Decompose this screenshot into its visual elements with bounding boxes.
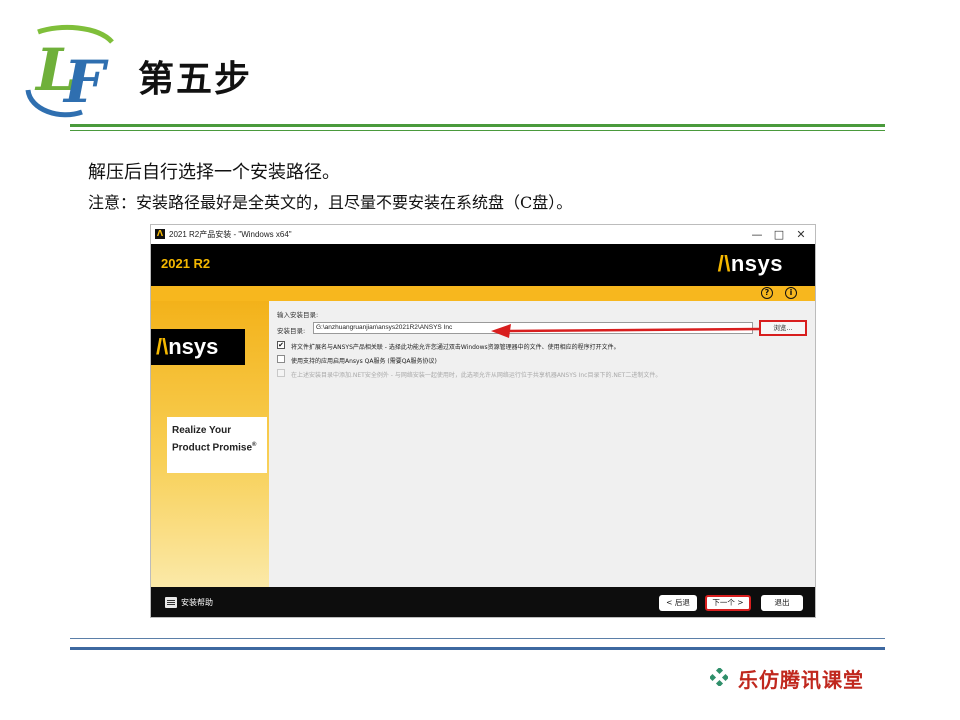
ansys-app-icon: Λ: [155, 229, 165, 239]
installer-sidebar: /\nsys Realize Your Product Promise®: [151, 301, 269, 587]
qa-service-checkbox[interactable]: [277, 355, 285, 363]
header-divider-thin: [70, 130, 885, 131]
help-icon[interactable]: ?: [761, 287, 773, 299]
install-form: 输入安装目录: 安装目录: G:\anzhuangruanjian\ansys2…: [269, 301, 815, 587]
browse-button[interactable]: 浏览...: [759, 320, 807, 336]
info-icon[interactable]: i: [785, 287, 797, 299]
brand-footer: 乐仿腾讯课堂: [710, 664, 864, 693]
window-title: 2021 R2产品安装 - "Windows x64": [169, 230, 292, 239]
dir-label: 安装目录:: [277, 327, 306, 335]
version-label: 2021 R2: [161, 256, 211, 271]
minimize-button[interactable]: —: [747, 226, 767, 243]
ansys-side-logo: /\nsys: [151, 329, 245, 365]
diamond-icon: [710, 668, 728, 686]
footer-divider-thin: [70, 638, 885, 639]
instruction-text: 解压后自行选择一个安装路径。: [88, 162, 340, 183]
back-button[interactable]: < 后退: [659, 595, 697, 611]
qa-service-label: 使用支持的应用启用Ansys QA服务 (需要QA服务协议): [291, 358, 437, 365]
associate-extensions-checkbox[interactable]: ✔: [277, 341, 285, 349]
exit-button[interactable]: 退出: [761, 595, 803, 611]
header-divider: [70, 124, 885, 127]
dotnet-exception-label: 在上述安装目录中添加.NET安全例外 - 与网络安装一起使用时，此选项允许从网络…: [291, 372, 662, 379]
installer-footer: 安装帮助 < 后退 下一个 > 退出: [151, 587, 815, 617]
window-titlebar: Λ 2021 R2产品安装 - "Windows x64" — □ ✕: [151, 225, 815, 244]
section-label: 输入安装目录:: [277, 311, 319, 319]
install-path-input[interactable]: G:\anzhuangruanjian\ansys2021R2\ANSYS In…: [313, 322, 753, 334]
tagline-card: Realize Your Product Promise®: [167, 417, 267, 473]
installer-banner: 2021 R2 /\nsys: [151, 244, 815, 286]
installer-window: Λ 2021 R2产品安装 - "Windows x64" — □ ✕ 2021…: [150, 224, 816, 618]
note-text: 注意：安装路径最好是全英文的，且尽量不要安装在系统盘（C盘）。: [88, 193, 573, 212]
dotnet-exception-checkbox: [277, 369, 285, 377]
lf-logo: L F: [25, 24, 114, 118]
maximize-button[interactable]: □: [769, 226, 789, 243]
help-strip: ? i: [151, 286, 815, 301]
tagline-line-1: Realize Your: [172, 425, 232, 436]
next-button[interactable]: 下一个 >: [705, 595, 751, 611]
brand-footer-text: 乐仿腾讯课堂: [738, 668, 864, 692]
install-help-link[interactable]: 安装帮助: [181, 597, 213, 608]
ansys-logo: /\nsys: [717, 251, 783, 276]
slide-title: 第五步: [138, 59, 253, 100]
tagline-line-2: Product Promise®: [172, 442, 257, 454]
footer-divider: [70, 647, 885, 650]
install-help-icon[interactable]: [165, 597, 177, 608]
close-button[interactable]: ✕: [791, 226, 811, 243]
svg-text:F: F: [62, 48, 109, 116]
associate-extensions-label: 将文件扩展名与ANSYS产品相关联 - 选择此功能允许您通过双击Windows资…: [291, 344, 620, 351]
